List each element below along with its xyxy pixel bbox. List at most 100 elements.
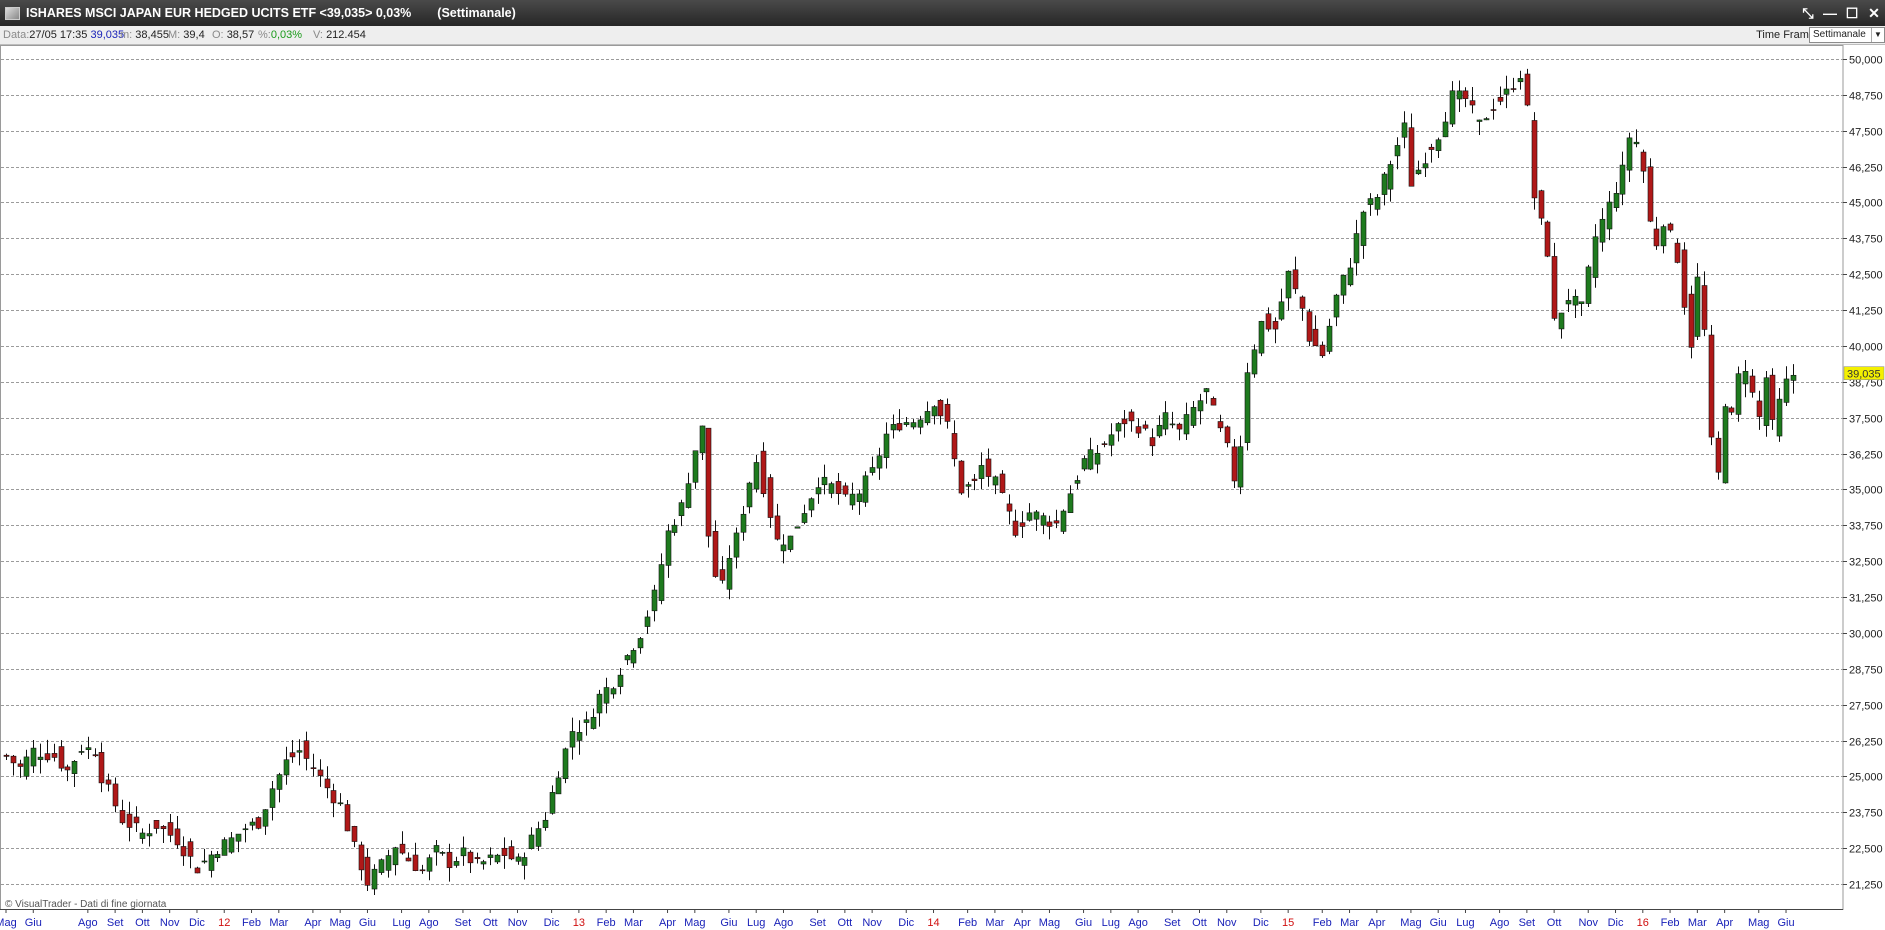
open-readout: O: 38,57 (212, 29, 255, 41)
candle-body (1183, 414, 1190, 435)
candle-body (1783, 378, 1790, 403)
candle-body (1531, 120, 1538, 199)
candle-body (1012, 520, 1019, 536)
date-readout: Data:27/05 17:35 39,035 (3, 29, 125, 41)
candle-body (767, 477, 774, 518)
candle-body (1353, 233, 1360, 264)
candle-body (658, 564, 665, 601)
max-readout: M: 39,4 (168, 29, 205, 41)
candle-body (1776, 398, 1783, 437)
candle-body (3, 754, 10, 757)
candle-body (419, 869, 426, 872)
minimize-button[interactable]: — (1819, 0, 1841, 26)
candle-body (337, 802, 344, 805)
y-tick-label: 35,000 (1849, 485, 1883, 497)
candle-body (1544, 221, 1551, 257)
x-tick-label: Set (1164, 917, 1181, 929)
candle-body (310, 767, 317, 770)
x-tick-label: 12 (218, 917, 230, 929)
x-tick-label: Ott (483, 917, 498, 929)
candle-body (1428, 146, 1435, 150)
candle-body (528, 834, 535, 850)
timeframe-select[interactable]: Settimanale ▼ (1809, 27, 1885, 43)
candle-body (1565, 300, 1572, 305)
candle-body (228, 837, 235, 853)
candle-body (617, 674, 624, 687)
candle-body (180, 846, 187, 857)
candle-body (590, 716, 597, 729)
candle-body (1108, 434, 1115, 446)
candle-body (1715, 437, 1722, 473)
candle-body (1306, 311, 1313, 342)
candle-body (849, 493, 856, 506)
candle-body (371, 868, 378, 890)
maximize-button[interactable]: ☐ (1841, 0, 1863, 26)
candle-body (671, 524, 678, 533)
candle-body (1210, 398, 1217, 406)
candle-body (426, 857, 433, 872)
candle-body (835, 481, 842, 494)
candle-body (1422, 163, 1429, 169)
candle-body (1606, 201, 1613, 230)
candle-body (644, 616, 651, 627)
candle-body (712, 531, 719, 577)
y-tick-label: 50,000 (1849, 55, 1883, 67)
candle-body (1299, 296, 1306, 309)
candle-body (774, 515, 781, 540)
x-tick-label: Apr (659, 917, 676, 929)
candle-body (583, 719, 590, 723)
candle-body (1538, 190, 1545, 219)
candle-body (1149, 437, 1156, 447)
candle-body (296, 750, 303, 753)
candle-body (112, 783, 119, 807)
candle-body (1272, 321, 1279, 330)
candle-body (1040, 515, 1047, 526)
candle-body (1135, 426, 1142, 434)
x-tick-label: Set (1519, 917, 1536, 929)
x-tick-label: Giu (1777, 917, 1794, 929)
detach-button[interactable]: ⤡ (1797, 0, 1819, 26)
x-tick-label: Ago (419, 917, 439, 929)
candle-body (1476, 119, 1483, 122)
candle-body (896, 423, 903, 431)
x-tick-label: Apr (1014, 917, 1031, 929)
candle-body (1490, 109, 1497, 111)
candle-body (1244, 372, 1251, 443)
y-tick-label: 46,250 (1849, 163, 1883, 175)
candle-body (1735, 373, 1742, 415)
candle-body (569, 731, 576, 748)
candle-body (726, 557, 733, 590)
candle-body (678, 502, 685, 516)
x-tick-label: Lug (747, 917, 765, 929)
candle-body (542, 819, 549, 828)
candle-body (235, 833, 242, 842)
y-tick-label: 31,250 (1849, 593, 1883, 605)
candle-body (999, 473, 1006, 493)
candle-body (1258, 320, 1265, 354)
candle-body (23, 756, 30, 777)
candle-body (1578, 301, 1585, 304)
x-tick-label: Mar (1688, 917, 1707, 929)
x-tick-label: Apr (304, 917, 321, 929)
candle-body (637, 638, 644, 649)
x-tick-label: Giu (1430, 917, 1447, 929)
candle-body (1442, 121, 1449, 138)
candle-body (1237, 446, 1244, 488)
candle-body (358, 844, 365, 871)
x-tick-label: Lug (1102, 917, 1120, 929)
x-tick-label: Mar (985, 917, 1004, 929)
candle-body (64, 766, 71, 771)
x-tick-label: Nov (1578, 917, 1598, 929)
candle-body (501, 847, 508, 856)
candle-body (651, 589, 658, 612)
close-button[interactable]: ✕ (1863, 0, 1885, 26)
price-chart[interactable]: 50,000 48,750 47,500 46,250 45,000 43,750 42,5… (0, 45, 1885, 930)
candle-body (214, 854, 221, 859)
candle-body (1162, 412, 1169, 430)
candle-body (521, 857, 528, 866)
candle-body (740, 513, 747, 533)
candle-body (596, 693, 603, 714)
candle-body (1169, 423, 1176, 426)
candle-body (1231, 446, 1238, 482)
candle-body (1333, 294, 1340, 318)
